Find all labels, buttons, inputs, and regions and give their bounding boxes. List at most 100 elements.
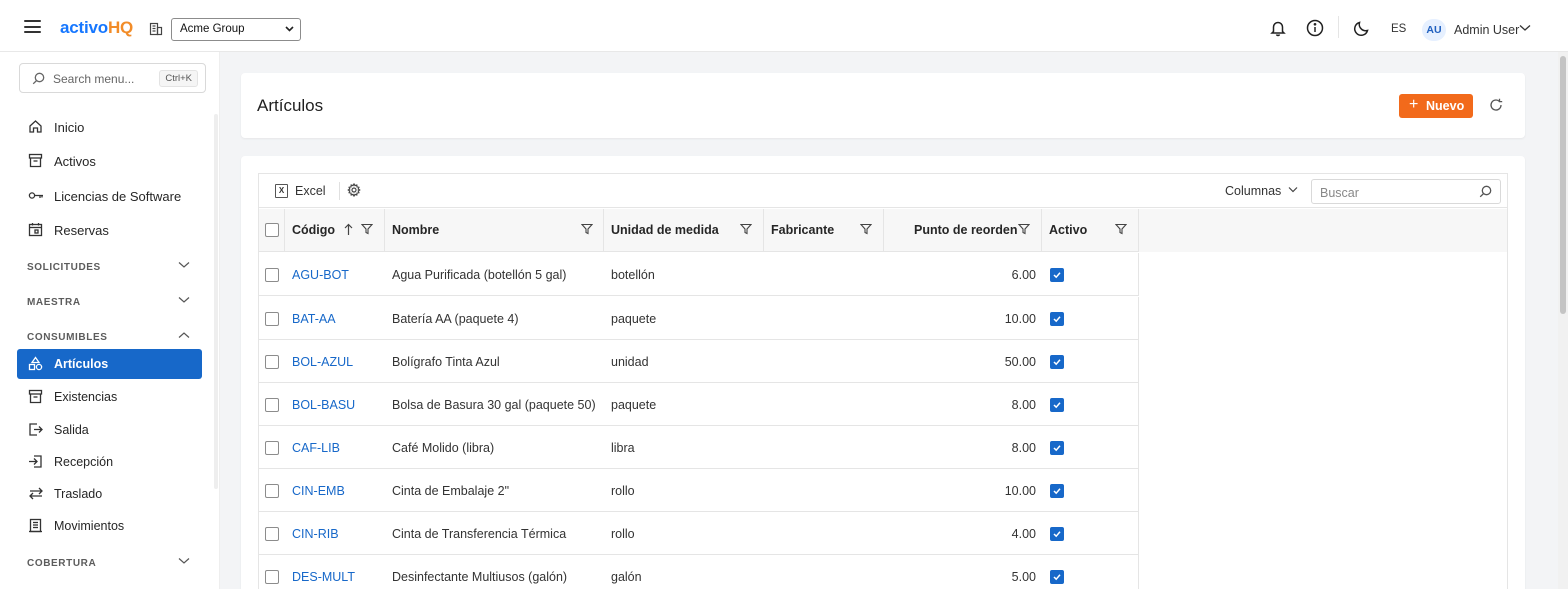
grid-search-placeholder: Buscar xyxy=(1320,186,1359,200)
filter-icon[interactable] xyxy=(361,223,373,235)
item-code-link[interactable]: BOL-BASU xyxy=(292,398,355,412)
active-checkbox[interactable] xyxy=(1050,570,1064,584)
hamburger-menu-icon[interactable] xyxy=(24,20,41,33)
chevron-down-icon xyxy=(178,296,190,304)
building-icon xyxy=(149,22,163,36)
active-checkbox[interactable] xyxy=(1050,398,1064,412)
organization-select-value: Acme Group xyxy=(180,23,245,35)
filter-icon[interactable] xyxy=(740,223,752,235)
row-select-checkbox[interactable] xyxy=(265,484,279,498)
item-reorder-point: 5.00 xyxy=(1011,570,1036,584)
item-code-link[interactable]: BAT-AA xyxy=(292,312,336,326)
bell-icon[interactable] xyxy=(1269,19,1287,37)
info-icon[interactable] xyxy=(1306,19,1324,37)
new-item-button[interactable]: + Nuevo xyxy=(1399,94,1473,118)
row-select-checkbox[interactable] xyxy=(265,527,279,541)
active-checkbox[interactable] xyxy=(1050,312,1064,326)
columns-button[interactable]: Columnas xyxy=(1225,184,1281,198)
item-code-link[interactable]: AGU-BOT xyxy=(292,268,349,282)
sidebar-item-articulos[interactable]: Artículos xyxy=(17,349,202,379)
active-checkbox[interactable] xyxy=(1050,527,1064,541)
sort-asc-icon[interactable] xyxy=(344,223,353,236)
header-empty-fill xyxy=(1139,209,1507,252)
item-reorder-point: 50.00 xyxy=(1004,355,1036,369)
active-checkbox[interactable] xyxy=(1050,441,1064,455)
gear-icon[interactable] xyxy=(347,183,361,197)
grid-search-input[interactable]: Buscar xyxy=(1311,179,1501,204)
section-solicitudes[interactable]: SOLICITUDES xyxy=(27,259,192,275)
chevron-down-icon[interactable] xyxy=(1288,186,1298,193)
table-row[interactable]: BOL-AZUL Bolígrafo Tinta Azul unidad 50.00 xyxy=(259,340,1139,383)
archive-icon xyxy=(28,389,43,404)
page-scrollbar[interactable] xyxy=(1558,52,1568,589)
section-consumibles[interactable]: CONSUMIBLES xyxy=(27,329,192,345)
table-row[interactable]: CIN-EMB Cinta de Embalaje 2" rollo 10.00 xyxy=(259,469,1139,512)
item-code-link[interactable]: DES-MULT xyxy=(292,570,355,584)
language-toggle[interactable]: ES xyxy=(1391,23,1406,35)
page-header-card: Artículos + Nuevo xyxy=(241,73,1525,138)
sidebar-item-activos[interactable]: Activos xyxy=(17,146,202,176)
sidebar-item-recepcion[interactable]: Recepción xyxy=(17,447,202,477)
moon-icon[interactable] xyxy=(1353,19,1371,37)
plus-icon: + xyxy=(1409,96,1419,113)
column-header-unidad[interactable]: Unidad de medida xyxy=(604,209,764,252)
active-checkbox[interactable] xyxy=(1050,355,1064,369)
table-row[interactable]: CAF-LIB Café Molido (libra) libra 8.00 xyxy=(259,426,1139,469)
column-header-codigo[interactable]: Código xyxy=(285,209,385,252)
item-code-link[interactable]: BOL-AZUL xyxy=(292,355,353,369)
column-header-nombre[interactable]: Nombre xyxy=(385,209,604,252)
filter-icon[interactable] xyxy=(1115,223,1127,235)
section-cobertura[interactable]: COBERTURA xyxy=(27,555,192,571)
sidebar-item-traslado[interactable]: Traslado xyxy=(17,479,202,509)
key-icon xyxy=(28,188,44,203)
item-unit: libra xyxy=(611,441,635,455)
menu-search-input[interactable]: Search menu... Ctrl+K xyxy=(19,63,206,93)
grid-toolbar: X Excel Columnas Buscar xyxy=(259,174,1507,208)
table-row[interactable]: AGU-BOT Agua Purificada (botellón 5 gal) b… xyxy=(259,253,1139,296)
chevron-down-icon xyxy=(285,26,294,32)
page-scrollbar-thumb[interactable] xyxy=(1560,56,1566,314)
filter-icon[interactable] xyxy=(860,223,872,235)
sidebar-scrollbar[interactable] xyxy=(214,114,218,489)
app-logo[interactable]: activoHQ xyxy=(60,18,133,38)
sidebar-item-licencias[interactable]: Licencias de Software xyxy=(17,181,202,211)
column-header-activo[interactable]: Activo xyxy=(1042,209,1139,252)
row-select-checkbox[interactable] xyxy=(265,570,279,584)
item-code-link[interactable]: CIN-RIB xyxy=(292,527,339,541)
archive-icon xyxy=(28,153,43,168)
refresh-icon[interactable] xyxy=(1489,98,1503,112)
sidebar-item-inicio[interactable]: Inicio xyxy=(17,112,202,142)
select-all-checkbox[interactable] xyxy=(265,223,279,237)
active-checkbox[interactable] xyxy=(1050,484,1064,498)
table-row[interactable]: BAT-AA Batería AA (paquete 4) paquete 10.00 xyxy=(259,297,1139,340)
row-select-checkbox[interactable] xyxy=(265,268,279,282)
column-header-fabricante[interactable]: Fabricante xyxy=(764,209,884,252)
row-select-checkbox[interactable] xyxy=(265,355,279,369)
row-select-checkbox[interactable] xyxy=(265,398,279,412)
sidebar-item-existencias[interactable]: Existencias xyxy=(17,382,202,412)
item-name: Desinfectante Multiusos (galón) xyxy=(392,570,568,584)
table-row[interactable]: CIN-RIB Cinta de Transferencia Térmica rol… xyxy=(259,512,1139,555)
row-select-checkbox[interactable] xyxy=(265,312,279,326)
chevron-down-icon[interactable] xyxy=(1519,24,1531,32)
sidebar-item-salida[interactable]: Salida xyxy=(17,415,202,445)
item-unit: unidad xyxy=(611,355,649,369)
avatar[interactable]: AU xyxy=(1422,19,1446,41)
chevron-down-icon xyxy=(178,261,190,269)
column-header-punto-reorden[interactable]: Punto de reorden xyxy=(884,209,1042,252)
item-reorder-point: 4.00 xyxy=(1011,527,1036,541)
item-unit: rollo xyxy=(611,484,635,498)
row-select-checkbox[interactable] xyxy=(265,441,279,455)
item-code-link[interactable]: CAF-LIB xyxy=(292,441,340,455)
active-checkbox[interactable] xyxy=(1050,268,1064,282)
organization-select[interactable]: Acme Group xyxy=(171,18,301,41)
section-maestra[interactable]: MAESTRA xyxy=(27,294,192,310)
item-code-link[interactable]: CIN-EMB xyxy=(292,484,345,498)
user-name[interactable]: Admin User xyxy=(1454,23,1519,37)
table-row[interactable]: BOL-BASU Bolsa de Basura 30 gal (paquete … xyxy=(259,383,1139,426)
sidebar-item-reservas[interactable]: Reservas xyxy=(17,215,202,245)
filter-icon[interactable] xyxy=(581,223,593,235)
filter-icon[interactable] xyxy=(1018,223,1030,235)
sidebar-item-movimientos[interactable]: Movimientos xyxy=(17,511,202,541)
table-row[interactable]: DES-MULT Desinfectante Multiusos (galón) g… xyxy=(259,555,1139,589)
